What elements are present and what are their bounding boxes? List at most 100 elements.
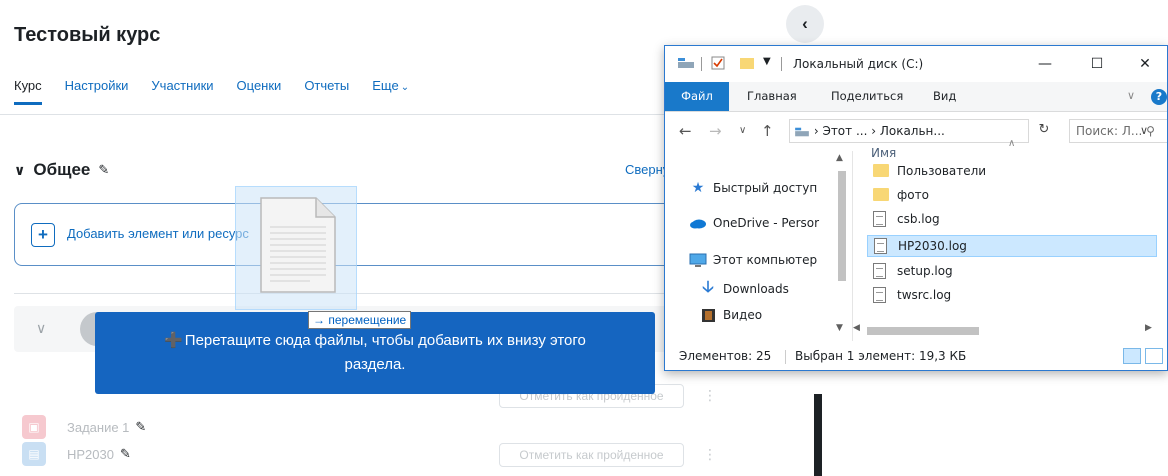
course-title: Тестовый курс: [14, 24, 161, 46]
tab-course[interactable]: Курс: [14, 78, 42, 105]
maximize-icon[interactable]: ☐: [1077, 50, 1117, 78]
file-name: twsrc.log: [897, 288, 952, 302]
drawer-toggle-button[interactable]: ‹: [786, 5, 824, 43]
toolbar-separator: [781, 57, 782, 71]
file-name: setup.log: [897, 264, 953, 278]
add-activity-box[interactable]: + Добавить элемент или ресурс: [14, 203, 714, 266]
drag-ghost: [235, 186, 357, 310]
customize-toolbar-icon[interactable]: ▼: [763, 56, 771, 67]
download-icon: 🡣: [702, 276, 714, 296]
file-name: csb.log: [897, 212, 940, 226]
nav-item-label: Быстрый доступ: [713, 181, 818, 195]
scroll-up-icon[interactable]: ▲: [836, 153, 843, 163]
file-row[interactable]: setup.log: [867, 260, 1157, 282]
text-file-icon: [873, 211, 889, 227]
more-options-icon[interactable]: ⋮: [703, 446, 717, 463]
edit-pencil-icon[interactable]: ✎: [98, 162, 109, 178]
drag-tooltip: → перемещение: [308, 311, 412, 329]
ribbon-tab-home[interactable]: Главная: [747, 82, 797, 111]
tab-participants[interactable]: Участники: [151, 78, 213, 105]
nav-item-label: Видео: [723, 308, 763, 322]
text-file-icon: [873, 263, 889, 279]
close-icon[interactable]: ✕: [1125, 50, 1165, 78]
ribbon-tab-view[interactable]: Вид: [933, 82, 956, 111]
scroll-down-icon[interactable]: ▼: [836, 323, 843, 333]
activity-name[interactable]: HP2030: [67, 447, 114, 462]
search-input[interactable]: Поиск: Л... ⚲: [1069, 119, 1167, 143]
file-name: Пользователи: [897, 164, 987, 178]
file-icon: ▤: [22, 442, 46, 466]
nav-item-this-pc[interactable]: Этот компьютер: [689, 249, 817, 271]
refresh-icon[interactable]: ↻: [1033, 119, 1055, 143]
more-options-icon[interactable]: ⋮: [703, 387, 717, 404]
large-icons-view-icon[interactable]: [1145, 348, 1163, 364]
activity-name[interactable]: Задание 1: [67, 420, 129, 435]
chevron-down-icon[interactable]: ∨: [14, 162, 25, 179]
file-row-selected[interactable]: HP2030.log: [867, 235, 1157, 257]
file-name: HP2030.log: [898, 239, 967, 253]
section-divider: [14, 293, 714, 294]
properties-icon[interactable]: [711, 56, 725, 74]
nav-item-label: OneDrive - Persor: [713, 216, 820, 230]
help-icon[interactable]: ?: [1151, 89, 1167, 105]
nav-item-downloads[interactable]: 🡣 Downloads: [699, 276, 789, 300]
scrollbar-thumb[interactable]: [838, 171, 846, 281]
nav-item-label: Downloads: [723, 282, 789, 296]
folder-icon: [873, 163, 889, 179]
nav-item-videos[interactable]: Видео: [699, 304, 762, 326]
address-row: ← → ∨ ↑ › Этот ... › Локальн... ∨ ↻ Поис…: [665, 113, 1167, 149]
chevron-down-icon: ⌄: [400, 82, 410, 93]
cloud-icon: [689, 215, 707, 231]
ribbon-tab-share[interactable]: Поделиться: [831, 82, 903, 111]
details-view-icon[interactable]: [1123, 348, 1141, 364]
tab-grades[interactable]: Оценки: [237, 78, 282, 105]
text-file-icon: [874, 238, 890, 254]
file-row[interactable]: фото: [867, 184, 1157, 206]
scroll-right-icon[interactable]: ▶: [1145, 323, 1152, 333]
sort-caret-icon: ∧: [1008, 138, 1016, 149]
tab-settings[interactable]: Настройки: [65, 78, 129, 105]
new-folder-icon[interactable]: [739, 56, 755, 74]
file-list-scrollbar[interactable]: ◀ ▶: [853, 323, 1165, 337]
nav-item-onedrive[interactable]: OneDrive - Persor: [689, 212, 819, 234]
window-title: Локальный диск (C:): [793, 57, 924, 71]
course-nav-tabs: Курс Настройки Участники Оценки Отчеты Е…: [14, 78, 432, 105]
file-row[interactable]: csb.log: [867, 208, 1157, 230]
forward-arrow-icon[interactable]: →: [709, 122, 722, 140]
back-arrow-icon[interactable]: ←: [679, 122, 692, 140]
recent-locations-icon[interactable]: ∨: [739, 125, 746, 136]
nav-pane-scrollbar[interactable]: ▲ ▼: [835, 151, 849, 341]
address-path: › Этот ... › Локальн...: [813, 124, 945, 138]
expand-ribbon-icon[interactable]: ∨: [1127, 89, 1135, 102]
scrollbar-thumb[interactable]: [867, 327, 979, 335]
minimize-icon[interactable]: —: [1025, 50, 1065, 78]
column-header-name[interactable]: Имя: [871, 146, 896, 160]
ribbon-tab-file[interactable]: Файл: [665, 82, 729, 111]
file-row[interactable]: Пользователи: [867, 160, 1157, 182]
up-arrow-icon[interactable]: ↑: [761, 122, 774, 140]
drive-icon: [795, 127, 809, 136]
scroll-left-icon[interactable]: ◀: [853, 323, 860, 333]
add-activity-label: Добавить элемент или ресурс: [67, 226, 249, 241]
nav-item-quick-access[interactable]: ★ Быстрый доступ: [689, 177, 817, 199]
status-bar: Элементов: 25 Выбран 1 элемент: 19,3 КБ: [665, 343, 1167, 370]
file-row[interactable]: twsrc.log: [867, 284, 1157, 306]
tab-more[interactable]: Еще ⌄: [372, 78, 409, 105]
drive-icon: [677, 56, 695, 74]
chevron-down-icon[interactable]: ∨: [36, 320, 46, 337]
section-title: Общее: [33, 160, 91, 179]
mark-complete-button[interactable]: Отметить как пройденное: [499, 443, 684, 467]
explorer-titlebar[interactable]: ▼ Локальный диск (C:) — ☐ ✕: [665, 46, 1167, 82]
activity-row: ▣ Задание 1 ✎: [22, 412, 146, 442]
address-bar[interactable]: › Этот ... › Локальн... ∨: [789, 119, 1148, 143]
edit-pencil-icon[interactable]: ✎: [135, 419, 146, 435]
drag-tooltip-text: перемещение: [328, 313, 407, 327]
status-item-count: Элементов: 25: [679, 349, 772, 363]
file-explorer-window[interactable]: ▼ Локальный диск (C:) — ☐ ✕ Файл Главная…: [664, 45, 1168, 371]
tab-reports[interactable]: Отчеты: [304, 78, 349, 105]
assignment-icon: ▣: [22, 415, 46, 439]
ribbon-tabs: Файл Главная Поделиться Вид ∨ ?: [665, 82, 1167, 112]
edit-pencil-icon[interactable]: ✎: [120, 446, 131, 462]
drawer-edge: [814, 394, 822, 476]
search-placeholder: Поиск: Л...: [1076, 124, 1143, 138]
